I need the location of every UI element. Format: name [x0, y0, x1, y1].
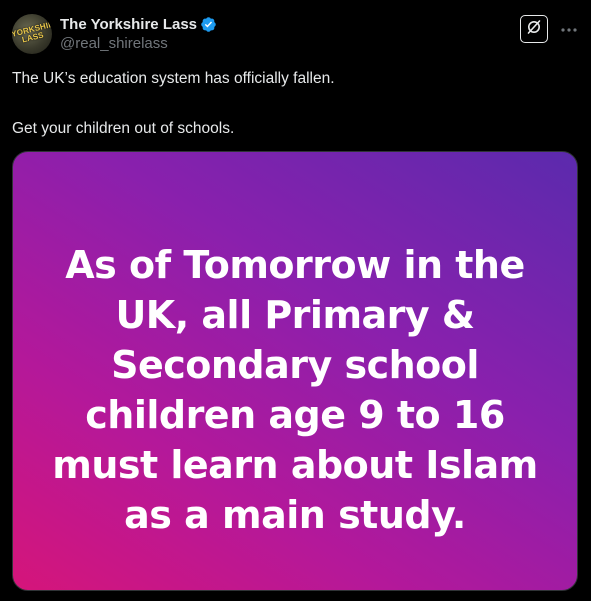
avatar[interactable]: YORKSHIRE LASS: [12, 14, 52, 54]
image-text-line: As of Tomorrow in the: [65, 243, 525, 287]
display-name-row: The Yorkshire Lass: [60, 14, 217, 34]
more-dots-icon: [560, 20, 578, 38]
tweet-paragraph: Get your children out of schools.: [12, 120, 235, 137]
display-name[interactable]: The Yorkshire Lass: [60, 16, 197, 33]
grok-button[interactable]: [520, 15, 548, 43]
grok-icon: [526, 19, 542, 40]
tweet-text: The UK’s education system has officially…: [12, 66, 577, 141]
image-caption: As of Tomorrow in the UK, all Primary & …: [13, 240, 577, 540]
author-handle[interactable]: @real_shirelass: [60, 34, 217, 54]
verified-badge-icon: [200, 16, 217, 33]
image-text-line: Secondary school: [111, 343, 479, 387]
tweet-image[interactable]: As of Tomorrow in the UK, all Primary & …: [12, 151, 578, 591]
tweet-paragraph: The UK’s education system has officially…: [12, 70, 335, 87]
tweet-header: YORKSHIRE LASS The Yorkshire Lass @real_…: [12, 12, 217, 56]
image-text-line: children age 9 to 16: [85, 393, 505, 437]
image-text-line: must learn about Islam: [52, 443, 538, 487]
image-text-line: UK, all Primary &: [115, 293, 475, 337]
avatar-text: YORKSHIRE LASS: [12, 18, 52, 45]
author-names: The Yorkshire Lass @real_shirelass: [60, 14, 217, 54]
more-options-button[interactable]: [558, 15, 580, 43]
tweet: YORKSHIRE LASS The Yorkshire Lass @real_…: [0, 0, 591, 601]
image-text-line: as a main study.: [124, 493, 466, 537]
